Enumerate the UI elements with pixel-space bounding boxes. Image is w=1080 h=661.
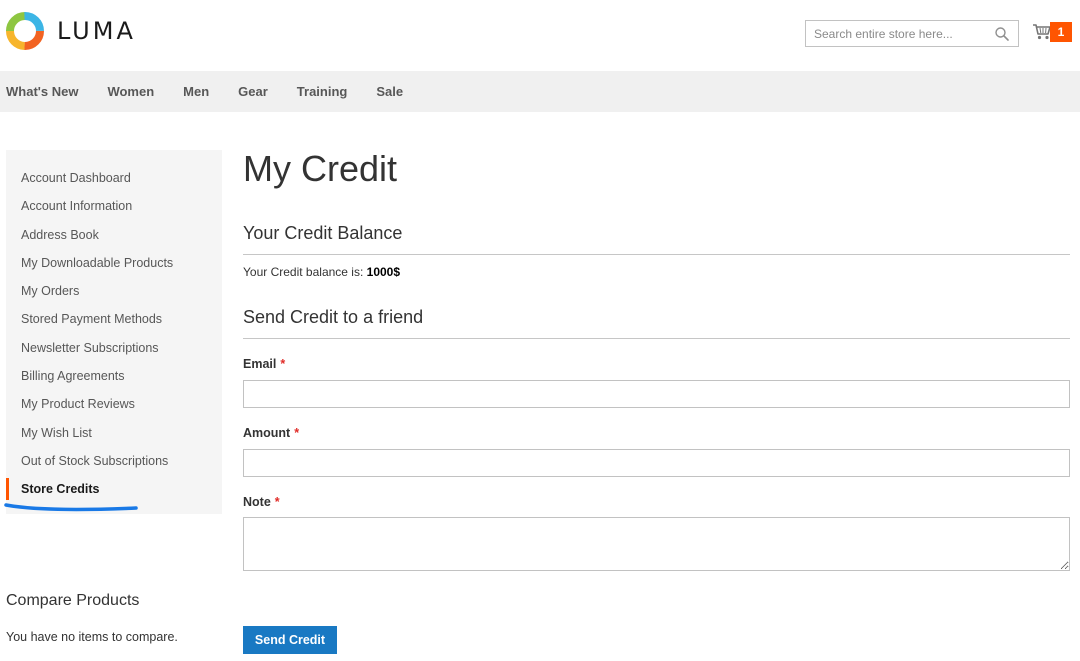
nav-item-whats-new[interactable]: What's New xyxy=(6,84,78,99)
search-box xyxy=(805,20,1019,47)
send-credit-button[interactable]: Send Credit xyxy=(243,626,337,654)
brand-name: LUMA xyxy=(57,17,136,45)
nav-item-men[interactable]: Men xyxy=(183,84,209,99)
required-marker: * xyxy=(294,426,300,440)
compare-products-empty-text: You have no items to compare. xyxy=(6,630,178,644)
credit-balance-text: Your Credit balance is: 1000$ xyxy=(243,265,400,279)
luma-logo-icon xyxy=(6,12,44,50)
account-sidebar: Account Dashboard Account Information Ad… xyxy=(6,150,222,514)
cart-count-badge: 1 xyxy=(1050,22,1072,42)
note-textarea[interactable] xyxy=(243,517,1070,571)
amount-label: Amount * xyxy=(243,426,299,440)
email-field[interactable] xyxy=(243,380,1070,408)
sidebar-item-stored-payment-methods[interactable]: Stored Payment Methods xyxy=(6,305,222,333)
credit-balance-title: Your Credit Balance xyxy=(243,223,1070,255)
sidebar-item-account-dashboard[interactable]: Account Dashboard xyxy=(6,164,222,192)
note-label: Note * xyxy=(243,495,280,509)
credit-balance-value: 1000$ xyxy=(366,265,401,279)
page-title: My Credit xyxy=(243,148,398,189)
sidebar-item-billing-agreements[interactable]: Billing Agreements xyxy=(6,362,222,390)
sidebar-item-downloadable-products[interactable]: My Downloadable Products xyxy=(6,249,222,277)
note-label-text: Note xyxy=(243,495,271,509)
nav-item-sale[interactable]: Sale xyxy=(376,84,403,99)
email-label: Email * xyxy=(243,357,285,371)
compare-products-title: Compare Products xyxy=(6,592,140,609)
annotation-underline xyxy=(4,503,138,512)
sidebar-item-wish-list[interactable]: My Wish List xyxy=(6,419,222,447)
sidebar-item-address-book[interactable]: Address Book xyxy=(6,221,222,249)
nav-item-women[interactable]: Women xyxy=(107,84,154,99)
search-input[interactable] xyxy=(806,21,994,46)
send-credit-title: Send Credit to a friend xyxy=(243,307,1070,339)
sidebar-item-newsletter-subscriptions[interactable]: Newsletter Subscriptions xyxy=(6,334,222,362)
sidebar-item-my-orders[interactable]: My Orders xyxy=(6,277,222,305)
account-nav-list: Account Dashboard Account Information Ad… xyxy=(6,150,222,504)
minicart-button[interactable]: 1 xyxy=(1032,22,1074,44)
store-logo[interactable]: LUMA xyxy=(6,12,136,50)
amount-field[interactable] xyxy=(243,449,1070,477)
credit-balance-label: Your Credit balance is: xyxy=(243,265,364,279)
amount-label-text: Amount xyxy=(243,426,291,440)
sidebar-item-out-of-stock-subscriptions[interactable]: Out of Stock Subscriptions xyxy=(6,447,222,475)
required-marker: * xyxy=(274,495,280,509)
email-label-text: Email xyxy=(243,357,277,371)
required-marker: * xyxy=(280,357,286,371)
main-navigation: What's New Women Men Gear Training Sale xyxy=(0,71,1080,112)
nav-item-training[interactable]: Training xyxy=(297,84,348,99)
cart-icon xyxy=(1033,24,1051,40)
nav-item-gear[interactable]: Gear xyxy=(238,84,268,99)
sidebar-item-product-reviews[interactable]: My Product Reviews xyxy=(6,390,222,418)
sidebar-item-account-information[interactable]: Account Information xyxy=(6,192,222,220)
search-icon[interactable] xyxy=(994,26,1010,42)
